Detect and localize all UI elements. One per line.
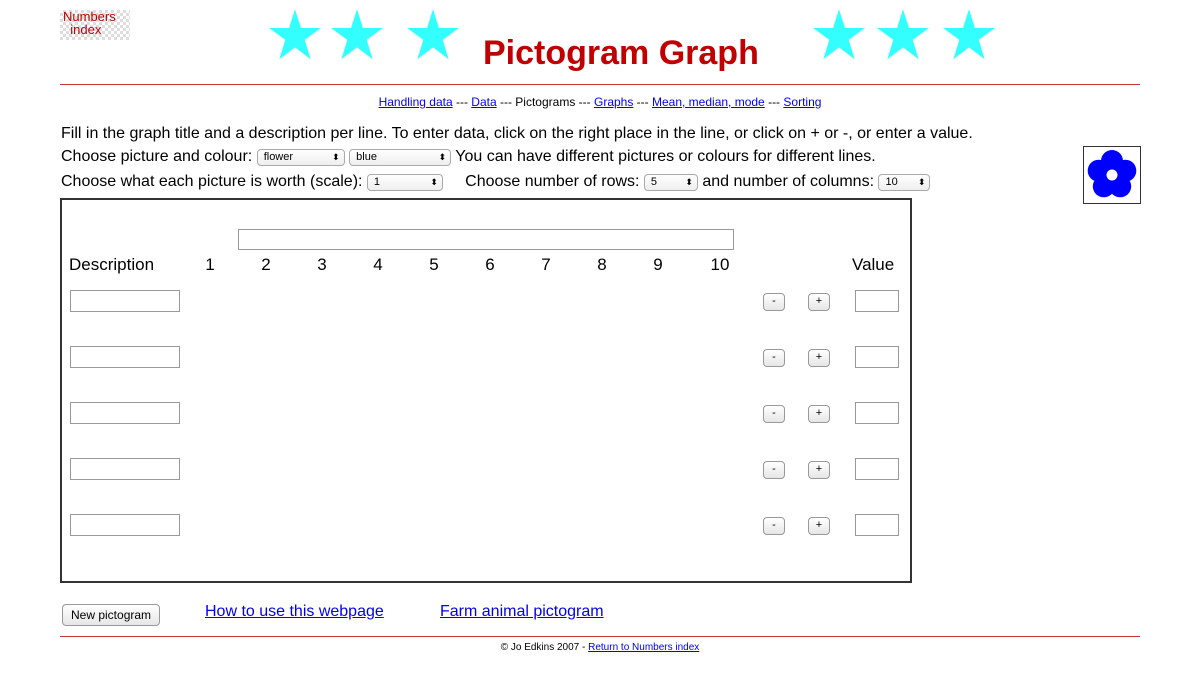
- picture-select-value: flower: [263, 151, 294, 163]
- nav-link-mean-median-mode[interactable]: Mean, median, mode: [652, 95, 765, 109]
- scale-label: Choose what each picture is worth (scale…: [61, 173, 363, 190]
- cols-label: and number of columns:: [702, 173, 875, 190]
- column-number: 3: [317, 255, 327, 274]
- column-number: 4: [373, 255, 383, 274]
- row-value-input[interactable]: [855, 514, 899, 536]
- select-arrows-icon: ⬍: [438, 152, 447, 162]
- pictogram-graph: Description 1 2 3 4 5 6 7 8 9 10 Value -…: [60, 198, 912, 583]
- column-number: 2: [261, 255, 271, 274]
- nav-link-handling-data[interactable]: Handling data: [379, 95, 453, 109]
- how-to-use-link[interactable]: How to use this webpage: [205, 603, 384, 621]
- nav-separator: ---: [496, 95, 516, 109]
- column-number: 6: [485, 255, 495, 274]
- increment-button[interactable]: +: [808, 293, 830, 311]
- decrement-button[interactable]: -: [763, 461, 785, 479]
- rows-label: Choose number of rows:: [465, 173, 640, 190]
- row-description-input[interactable]: [70, 458, 180, 480]
- row-value-input[interactable]: [855, 458, 899, 480]
- column-number: 7: [541, 255, 551, 274]
- decrement-button[interactable]: -: [763, 293, 785, 311]
- graph-title-input[interactable]: [238, 229, 734, 250]
- picture-preview: [1083, 146, 1141, 204]
- colour-select-value: blue: [356, 151, 377, 163]
- instructions-line: Fill in the graph title and a descriptio…: [61, 125, 973, 142]
- footer: © Jo Edkins 2007 - Return to Numbers ind…: [0, 642, 1200, 653]
- row-value-input[interactable]: [855, 290, 899, 312]
- increment-button[interactable]: +: [808, 517, 830, 535]
- star-icon: [331, 9, 383, 60]
- scale-chooser-row: Choose what each picture is worth (scale…: [61, 173, 931, 191]
- star-icon: [269, 9, 321, 60]
- scale-select[interactable]: 1 ⬍: [366, 174, 443, 191]
- scale-select-value: 1: [373, 176, 381, 188]
- select-arrows-icon: ⬍: [685, 177, 693, 187]
- increment-button[interactable]: +: [808, 405, 830, 423]
- row-description-input[interactable]: [70, 402, 180, 424]
- picture-select[interactable]: flower ⬍: [256, 149, 345, 166]
- column-number: 8: [597, 255, 607, 274]
- select-arrows-icon: ⬍: [332, 152, 340, 162]
- footer-divider: [60, 636, 1140, 637]
- picture-note: You can have different pictures or colou…: [455, 148, 876, 165]
- decrement-button[interactable]: -: [763, 349, 785, 367]
- copyright-text: © Jo Edkins 2007 -: [500, 642, 589, 653]
- select-arrows-icon: ⬍: [917, 177, 926, 187]
- column-number: 10: [710, 255, 730, 274]
- column-number: 1: [205, 255, 215, 274]
- nav-link-graphs[interactable]: Graphs: [594, 95, 633, 109]
- nav-separator: ---: [633, 95, 652, 109]
- nav-separator: ---: [452, 95, 472, 109]
- decrement-button[interactable]: -: [763, 405, 785, 423]
- cols-select[interactable]: 10 ⬍: [878, 174, 931, 191]
- farm-animal-pictogram-link[interactable]: Farm animal pictogram: [440, 603, 604, 621]
- row-value-input[interactable]: [855, 346, 899, 368]
- row-description-input[interactable]: [70, 514, 180, 536]
- star-icon: [943, 9, 995, 60]
- nav-current-pictograms: Pictograms: [515, 95, 576, 109]
- new-pictogram-button[interactable]: New pictogram: [62, 604, 161, 626]
- rows-select-value: 5: [650, 176, 658, 188]
- value-header: Value: [852, 255, 895, 274]
- nav-separator: ---: [764, 95, 784, 109]
- picture-label: Choose picture and colour:: [61, 148, 253, 165]
- header-divider: [60, 84, 1140, 85]
- header-banner: Pictogram Graph: [0, 6, 1200, 76]
- column-number: 9: [653, 255, 663, 274]
- colour-select[interactable]: blue ⬍: [349, 149, 452, 166]
- nav-link-data[interactable]: Data: [471, 95, 496, 109]
- description-header: Description: [69, 255, 155, 274]
- return-to-numbers-index-link[interactable]: Return to Numbers index: [588, 642, 699, 653]
- flower-icon: [1087, 150, 1137, 198]
- star-icon: [813, 9, 865, 60]
- row-description-input[interactable]: [70, 290, 180, 312]
- breadcrumb-nav: Handling data --- Data --- Pictograms --…: [0, 95, 1200, 109]
- cols-select-value: 10: [885, 176, 898, 188]
- page-title: Pictogram Graph: [483, 34, 759, 72]
- row-description-input[interactable]: [70, 346, 180, 368]
- select-arrows-icon: ⬍: [430, 177, 438, 187]
- nav-separator: ---: [575, 95, 594, 109]
- nav-link-sorting[interactable]: Sorting: [783, 95, 821, 109]
- decrement-button[interactable]: -: [763, 517, 785, 535]
- picture-chooser-row: Choose picture and colour: flower ⬍ blue ⬍…: [61, 148, 876, 166]
- rows-select[interactable]: 5 ⬍: [643, 174, 698, 191]
- star-icon: [407, 9, 459, 60]
- column-number: 5: [429, 255, 439, 274]
- increment-button[interactable]: +: [808, 349, 830, 367]
- increment-button[interactable]: +: [808, 461, 830, 479]
- star-icon: [877, 9, 929, 60]
- row-value-input[interactable]: [855, 402, 899, 424]
